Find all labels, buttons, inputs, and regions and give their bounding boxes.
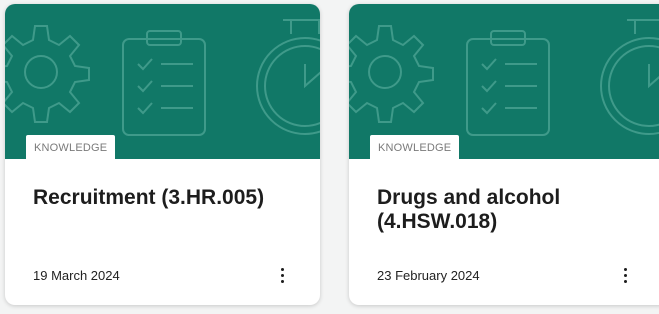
- gear-icon: [5, 25, 90, 123]
- card-date: 23 February 2024: [377, 268, 480, 283]
- knowledge-card[interactable]: KNOWLEDGE Recruitment (3.HR.005) 19 Marc…: [5, 4, 320, 305]
- card-banner: KNOWLEDGE: [349, 4, 659, 159]
- category-tag: KNOWLEDGE: [26, 135, 116, 159]
- more-vertical-icon[interactable]: [615, 262, 635, 288]
- card-date: 19 March 2024: [33, 268, 120, 283]
- clock-icon: [600, 19, 659, 135]
- clipboard-icon: [122, 30, 206, 136]
- more-vertical-icon[interactable]: [272, 262, 292, 288]
- category-tag: KNOWLEDGE: [370, 135, 460, 159]
- card-banner: KNOWLEDGE: [5, 4, 320, 159]
- gear-icon: [349, 25, 434, 123]
- card-list: KNOWLEDGE Recruitment (3.HR.005) 19 Marc…: [0, 0, 659, 314]
- clipboard-icon: [466, 30, 550, 136]
- card-title[interactable]: Drugs and alcohol (4.HSW.018): [377, 186, 627, 234]
- card-title[interactable]: Recruitment (3.HR.005): [33, 186, 283, 210]
- knowledge-card[interactable]: KNOWLEDGE Drugs and alcohol (4.HSW.018) …: [349, 4, 659, 305]
- clock-icon: [256, 19, 320, 135]
